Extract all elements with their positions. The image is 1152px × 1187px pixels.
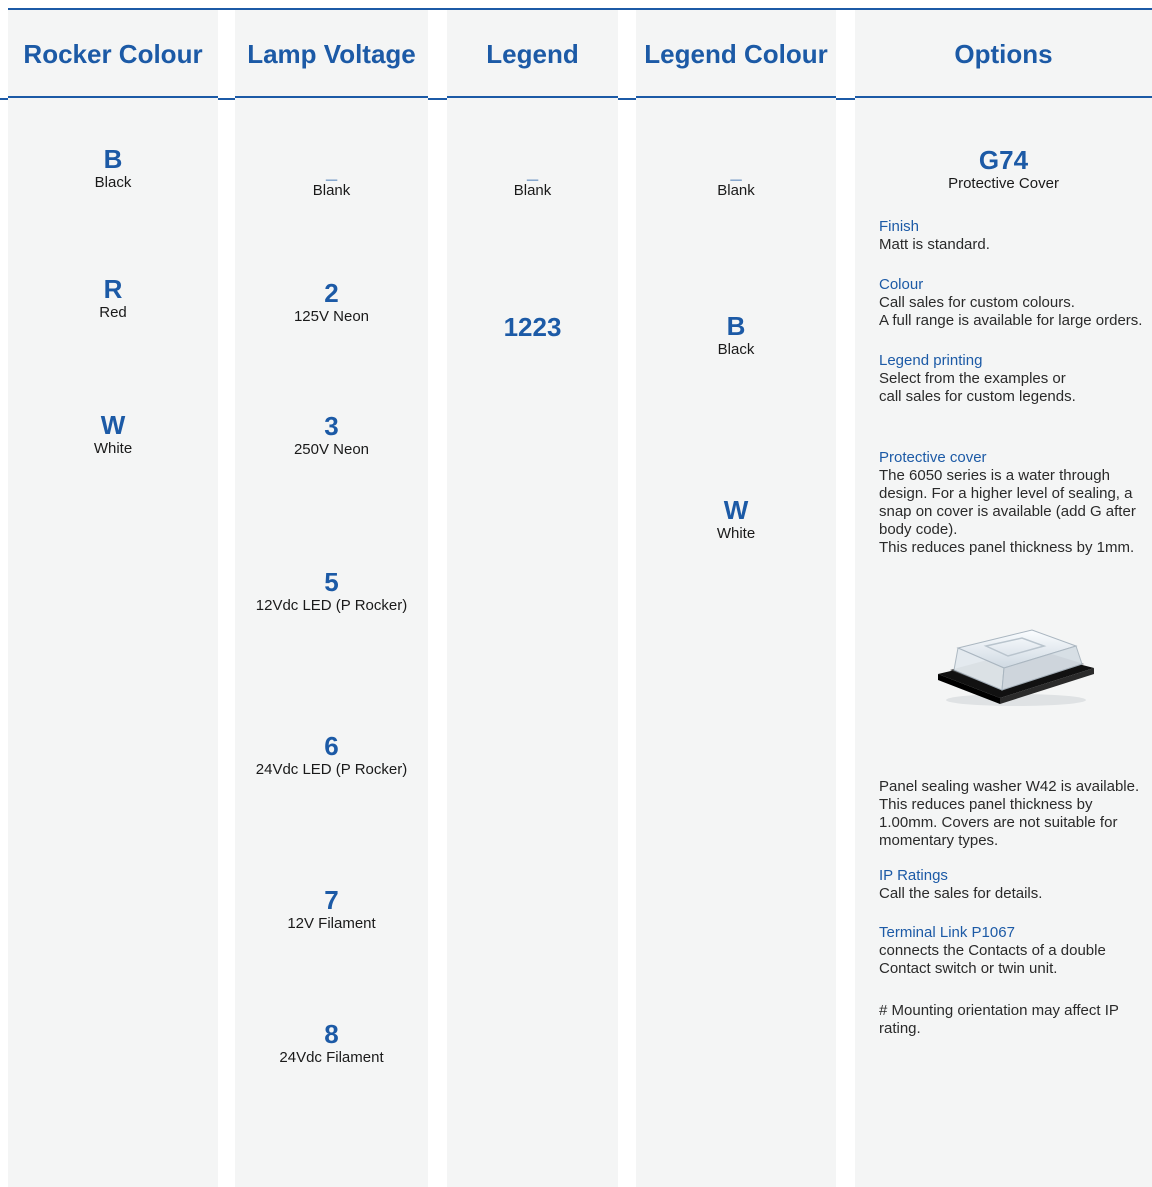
- info-block-legend-printing: Legend printing Select from the examples…: [879, 352, 1152, 406]
- info-label: Finish: [879, 218, 920, 235]
- column-header: Legend: [447, 8, 618, 98]
- info-block-colour: Colour Call sales for custom colours. A …: [879, 276, 1152, 330]
- info-label: Protective cover: [879, 449, 987, 466]
- column-header: Legend Colour: [636, 8, 836, 98]
- header-divider-line: [618, 98, 636, 100]
- option-item: 1223: [447, 312, 618, 342]
- option-code: 2: [324, 278, 339, 308]
- option-desc: 12Vdc LED (P Rocker): [255, 597, 408, 614]
- option-item: 8 24Vdc Filament: [235, 1019, 428, 1067]
- info-label: Terminal Link P1067: [879, 924, 1015, 941]
- column-lamp-voltage: Lamp Voltage _ Blank 2 125V Neon 3 250V …: [235, 8, 428, 1187]
- header-divider-line: [428, 98, 447, 100]
- header-divider-line: [218, 98, 235, 100]
- option-desc: Red: [99, 304, 127, 321]
- column-header: Rocker Colour: [8, 8, 218, 98]
- option-code: _: [526, 161, 539, 183]
- option-desc: White: [93, 440, 133, 457]
- option-desc: 12V Filament: [287, 915, 376, 932]
- info-block-ip-ratings: IP Ratings Call the sales for details.: [879, 867, 1152, 903]
- column-title: Rocker Colour: [23, 38, 203, 69]
- option-item: W White: [636, 495, 836, 543]
- info-text: # Mounting orientation may affect IP rat…: [879, 1002, 1119, 1037]
- option-code: 6: [324, 731, 339, 761]
- info-block-protective-cover: Protective cover The 6050 series is a wa…: [879, 449, 1152, 557]
- option-code: _: [325, 161, 338, 183]
- option-item: B Black: [636, 311, 836, 359]
- option-code: R: [103, 274, 123, 304]
- option-desc: Black: [717, 341, 755, 358]
- column-header: Options: [855, 8, 1152, 98]
- option-code: 5: [324, 567, 339, 597]
- header-divider-line: [218, 8, 235, 10]
- info-block-sealing-washer: Panel sealing washer W42 is available. T…: [879, 778, 1152, 850]
- column-legend: Legend _ Blank 1223: [447, 8, 618, 1187]
- info-text: Call sales for custom colours. A full ra…: [879, 294, 1143, 329]
- info-text: Select from the examples or call sales f…: [879, 370, 1076, 405]
- option-desc: Blank: [312, 182, 351, 199]
- option-item: 7 12V Filament: [235, 885, 428, 933]
- option-desc: Blank: [717, 182, 755, 199]
- column-title: Legend Colour: [644, 38, 828, 69]
- protective-cover-image: [938, 629, 1094, 706]
- column-legend-colour: Legend Colour _ Blank B Black W White: [636, 8, 836, 1187]
- option-code: B: [726, 311, 746, 341]
- info-block-mounting-note: # Mounting orientation may affect IP rat…: [879, 1002, 1152, 1038]
- option-code: 8: [324, 1019, 339, 1049]
- option-desc: White: [716, 525, 756, 542]
- column-title: Lamp Voltage: [247, 38, 416, 69]
- option-item: B Black: [8, 144, 218, 192]
- option-item: 5 12Vdc LED (P Rocker): [235, 567, 428, 615]
- info-block-terminal-link: Terminal Link P1067 connects the Contact…: [879, 924, 1152, 978]
- column-title: Legend: [486, 38, 579, 69]
- column-options: Options G74 Protective Cover Finish Matt…: [855, 8, 1152, 1187]
- header-divider-line: [428, 8, 447, 10]
- header-divider-line: [618, 8, 636, 10]
- option-desc: 24Vdc LED (P Rocker): [255, 761, 408, 778]
- header-divider-line: [836, 8, 855, 10]
- info-label: Colour: [879, 276, 924, 293]
- option-item: 3 250V Neon: [235, 411, 428, 459]
- option-desc: 250V Neon: [293, 441, 370, 458]
- option-item: _ Blank: [636, 161, 836, 200]
- option-code: _: [730, 161, 742, 183]
- option-desc: Black: [94, 174, 132, 191]
- option-desc: 24Vdc Filament: [279, 1049, 384, 1066]
- header-divider-line: [836, 98, 855, 100]
- info-text: The 6050 series is a water through desig…: [879, 467, 1136, 556]
- column-title: Options: [954, 38, 1053, 69]
- option-item: 2 125V Neon: [235, 278, 428, 326]
- info-block-finish: Finish Matt is standard.: [879, 218, 1152, 254]
- column-rocker-colour: Rocker Colour B Black R Red W White: [8, 8, 218, 1187]
- info-label: IP Ratings: [879, 867, 948, 884]
- info-label: Legend printing: [879, 352, 983, 369]
- option-code: W: [723, 495, 749, 525]
- option-code: W: [100, 410, 126, 440]
- header-divider-line: [0, 98, 8, 100]
- option-code: G74: [978, 145, 1029, 175]
- column-header: Lamp Voltage: [235, 8, 428, 98]
- option-code: 3: [324, 411, 339, 441]
- option-code: 7: [324, 885, 339, 915]
- option-item: R Red: [8, 274, 218, 322]
- option-item: 6 24Vdc LED (P Rocker): [235, 731, 428, 779]
- option-item: W White: [8, 410, 218, 458]
- option-desc: Protective Cover: [948, 175, 1059, 192]
- option-code: 1223: [503, 312, 562, 342]
- option-desc: 125V Neon: [293, 308, 370, 325]
- info-text: Panel sealing washer W42 is available. T…: [879, 778, 1140, 849]
- option-desc: Blank: [513, 182, 552, 199]
- option-item: _ Blank: [447, 161, 618, 200]
- option-code: B: [103, 144, 123, 174]
- info-text: Call the sales for details.: [879, 885, 1043, 902]
- option-item: G74 Protective Cover: [855, 145, 1152, 193]
- option-item: _ Blank: [235, 161, 428, 200]
- info-text: Matt is standard.: [879, 236, 990, 253]
- info-text: connects the Contacts of a double Contac…: [879, 942, 1106, 977]
